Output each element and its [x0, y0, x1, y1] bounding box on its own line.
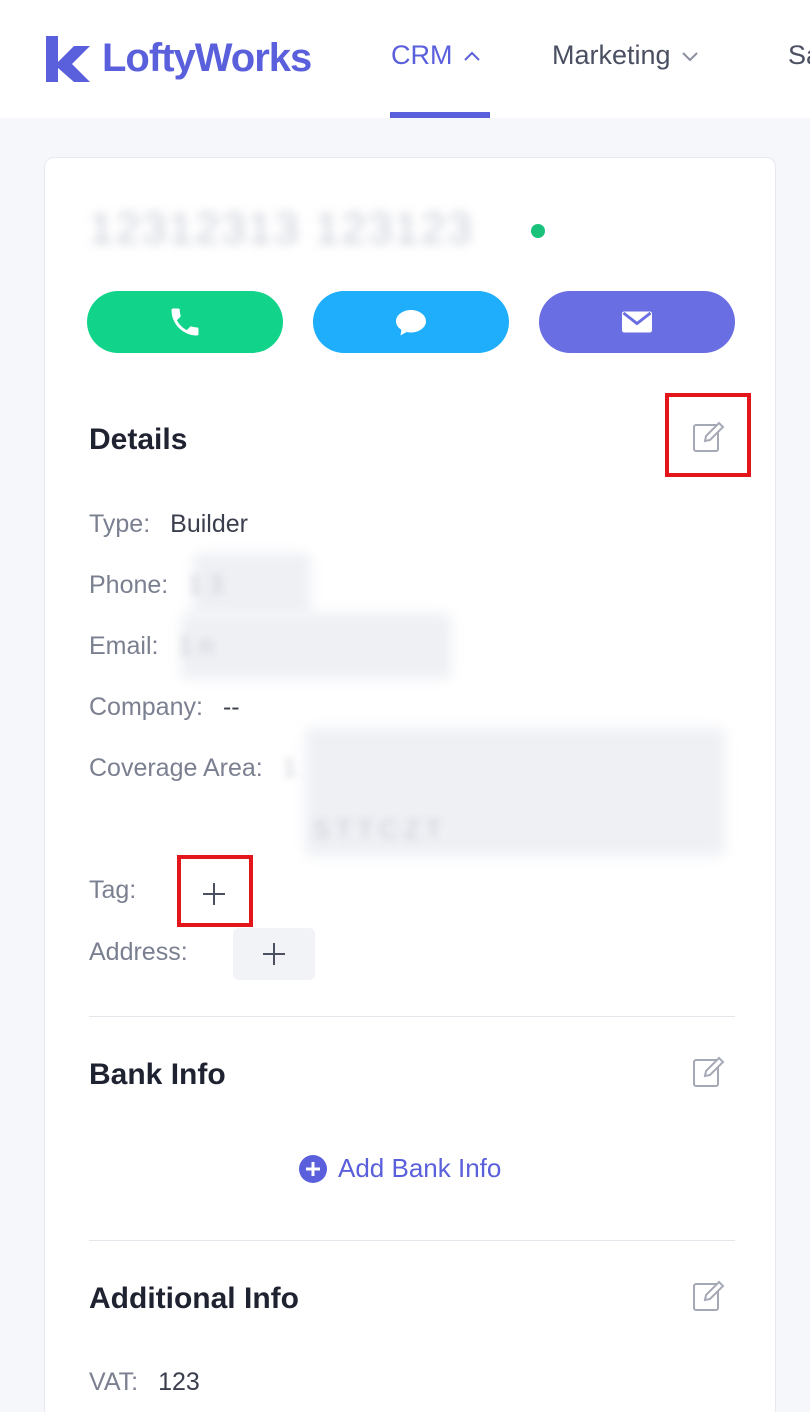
logo[interactable]: LoftyWorks [44, 30, 312, 86]
nav-item-label: CRM [391, 40, 453, 70]
plus-circle-icon [299, 1154, 327, 1183]
plus-icon [263, 943, 285, 965]
chevron-down-icon [681, 51, 698, 61]
field-value: 1 n [178, 632, 214, 660]
field-tag: Tag: [89, 876, 136, 905]
field-phone: Phone: 1 3 [89, 571, 223, 600]
field-value: 1 3 [188, 571, 224, 599]
field-label: Coverage Area: [89, 754, 263, 782]
chevron-up-icon [463, 51, 480, 61]
online-status-dot [531, 224, 545, 238]
message-button[interactable] [313, 291, 509, 353]
bank-info-title: Bank Info [89, 1058, 226, 1091]
email-button[interactable] [539, 291, 735, 353]
add-bank-info-label: Add Bank Info [338, 1153, 502, 1183]
chat-bubble-icon [396, 310, 426, 336]
top-nav: LoftyWorks CRM Marketing Sa [0, 0, 810, 118]
field-label: Address: [89, 938, 188, 966]
section-divider [89, 1016, 735, 1017]
field-label: Type: [89, 510, 151, 538]
field-type: Type: Builder [89, 510, 248, 539]
field-label: Company: [89, 693, 203, 721]
section-divider [89, 1240, 735, 1241]
field-email: Email: 1 n [89, 632, 213, 661]
contact-name: 12312313 123123 [89, 204, 474, 253]
nav-item-label: Marketing [552, 40, 671, 70]
additional-info-title: Additional Info [89, 1282, 299, 1315]
field-value: 123 [158, 1368, 200, 1396]
field-address: Address: [89, 938, 188, 967]
edit-bank-info-icon[interactable] [691, 1055, 725, 1089]
envelope-icon [622, 311, 652, 333]
add-address-button[interactable] [233, 928, 315, 980]
add-bank-info-link[interactable]: Add Bank Info [298, 1153, 501, 1184]
field-label: Phone: [89, 571, 169, 599]
field-value: -- [222, 693, 240, 721]
field-label: Tag: [89, 876, 137, 904]
active-tab-indicator [390, 112, 490, 118]
field-coverage-area: Coverage Area: 1 [89, 754, 297, 783]
nav-item-sales[interactable]: Sa [788, 40, 810, 71]
logo-text: LoftyWorks [102, 35, 312, 80]
nav-item-marketing[interactable]: Marketing [552, 40, 699, 71]
lofty-logo-icon [46, 36, 90, 82]
field-coverage-area-line2: S T T C Z T [313, 816, 442, 844]
nav-item-crm[interactable]: CRM [391, 40, 481, 71]
field-value: Builder [170, 510, 248, 538]
nav-item-label: Sa [788, 40, 810, 70]
highlight-box [177, 855, 253, 927]
field-vat: VAT: 123 [89, 1368, 200, 1397]
edit-additional-info-icon[interactable] [691, 1279, 725, 1313]
phone-icon [171, 308, 199, 336]
details-title: Details [89, 423, 188, 456]
field-label: VAT: [89, 1368, 139, 1396]
contact-detail-card: 12312313 123123 Details Type: Builder Ph… [44, 157, 776, 1412]
field-company: Company: -- [89, 693, 240, 722]
redaction-block [181, 613, 451, 679]
call-button[interactable] [87, 291, 283, 353]
highlight-box [665, 393, 751, 477]
field-value: 1 [282, 754, 297, 782]
field-label: Email: [89, 632, 159, 660]
